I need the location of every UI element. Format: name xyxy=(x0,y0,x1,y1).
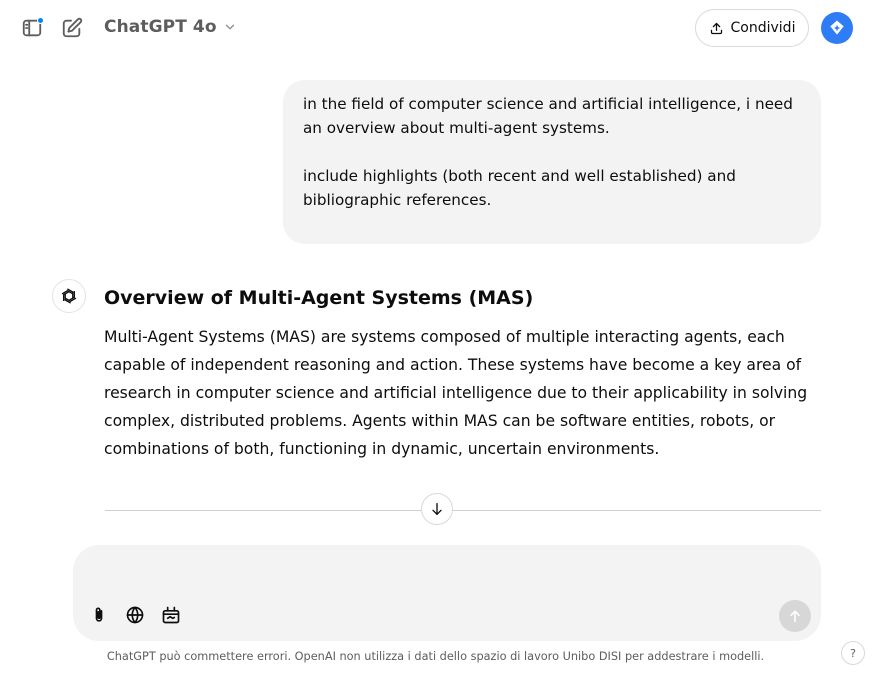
sidebar-toggle-button[interactable] xyxy=(18,14,46,42)
assistant-avatar xyxy=(52,279,86,313)
model-title: ChatGPT 4o xyxy=(104,17,217,37)
send-button[interactable] xyxy=(779,600,811,632)
notification-dot xyxy=(37,17,44,24)
user-message-bubble: in the field of computer science and art… xyxy=(283,80,821,244)
openai-logo-icon xyxy=(61,288,77,304)
canvas-icon xyxy=(162,606,180,624)
disclaimer-text: ChatGPT può commettere errori. OpenAI no… xyxy=(106,650,765,663)
response-paragraph: Multi-Agent Systems (MAS) are systems co… xyxy=(104,328,808,458)
edit-icon xyxy=(62,17,83,38)
upload-icon xyxy=(710,22,722,34)
chevron-down-icon xyxy=(225,24,234,30)
top-bar: ChatGPT 4o Condividi xyxy=(0,0,873,56)
user-message-text: in the field of computer science and art… xyxy=(303,95,793,209)
share-label: Condividi xyxy=(730,20,796,36)
message-input[interactable] xyxy=(93,557,793,587)
globe-icon xyxy=(126,606,144,624)
new-chat-button[interactable] xyxy=(58,14,86,42)
web-search-button[interactable] xyxy=(123,603,147,627)
scroll-to-bottom-button[interactable] xyxy=(421,493,453,525)
paperclip-icon xyxy=(95,607,103,622)
share-button[interactable]: Condividi xyxy=(695,9,809,47)
user-avatar[interactable] xyxy=(821,12,853,44)
model-selector[interactable]: ChatGPT 4o xyxy=(104,17,237,37)
response-heading: Overview of Multi-Agent Systems (MAS) xyxy=(104,287,534,309)
message-composer xyxy=(73,545,821,641)
arrow-down-icon xyxy=(432,503,442,515)
content-fade-divider xyxy=(105,510,821,511)
sparkle-diamond-icon xyxy=(830,20,844,35)
attach-button[interactable] xyxy=(87,603,111,627)
help-button[interactable]: ? xyxy=(841,641,865,665)
canvas-button[interactable] xyxy=(159,603,183,627)
disclaimer-note: ChatGPT può commettere errori. OpenAI no… xyxy=(0,650,873,663)
arrow-up-icon xyxy=(790,610,800,623)
